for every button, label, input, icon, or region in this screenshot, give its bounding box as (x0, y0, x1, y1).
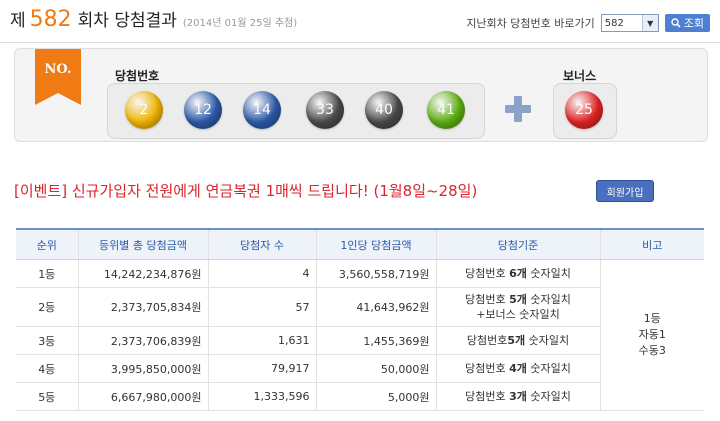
rank-cell: 3등 (16, 326, 78, 355)
header-divider (0, 42, 720, 43)
criteria-cell: 당첨번호 6개 숫자일치 (435, 259, 600, 288)
total-amount-cell: 6,667,980,000원 (77, 382, 208, 411)
total-amount-cell: 2,373,705,834원 (77, 287, 208, 327)
chevron-down-icon: ▼ (641, 15, 658, 31)
criteria-text: 숫자일치 (526, 267, 571, 280)
criteria-text: 숫자일치 (526, 362, 571, 375)
draw-date: (2014년 01월 25일 추첨) (182, 18, 298, 29)
criteria-count: 3개 (509, 390, 527, 403)
winning-ball: 12 (184, 91, 222, 129)
signup-button[interactable]: 회원가입 (596, 180, 654, 202)
col-header-rank: 순위 (16, 228, 78, 260)
criteria-cell: 당첨번호 4개 숫자일치 (435, 354, 600, 383)
criteria-text: 당첨번호 (465, 390, 510, 403)
note-cell: 1등 자동1 수동3 (599, 259, 704, 411)
rank-cell: 2등 (16, 287, 78, 327)
rank-cell: 1등 (16, 259, 78, 288)
criteria-count: 4개 (509, 362, 527, 375)
prize-table: 순위 등위별 총 당첨금액 당첨자 수 1인당 당첨금액 당첨기준 비고 1등 … (16, 228, 704, 411)
plus-icon (505, 96, 531, 122)
winners-cell: 57 (207, 287, 316, 327)
criteria-count: 5개 (509, 293, 527, 306)
round-title: 제 582 회차 당첨결과 (2014년 01월 25일 추첨) (10, 6, 297, 42)
criteria-text: 당첨번호 (465, 362, 510, 375)
winning-ball: 41 (427, 91, 465, 129)
lookup-button-label: 조회 (683, 17, 704, 30)
lookup-button[interactable]: 조회 (664, 14, 710, 32)
criteria-count: 5개 (507, 334, 526, 347)
criteria-count: 6개 (509, 267, 527, 280)
round-suffix: 회차 당첨결과 (77, 11, 177, 31)
winning-ball: 33 (306, 91, 344, 129)
ribbon-label: NO. (45, 62, 72, 77)
round-navigation: 지난회차 당첨번호 바로가기 582 ▼ 조회 (466, 14, 710, 32)
round-number: 582 (29, 7, 72, 32)
per-person-cell: 3,560,558,719원 (315, 259, 436, 288)
event-banner[interactable]: [이벤트] 신규가입자 전원에게 연금복권 1매씩 드립니다! (1월8일~28… (14, 180, 477, 201)
col-header-note: 비고 (599, 228, 704, 260)
note-line: 수동3 (638, 344, 666, 357)
criteria-text: 숫자일치 (525, 334, 570, 347)
total-amount-cell: 2,373,706,839원 (77, 326, 208, 355)
table-header-row: 순위 등위별 총 당첨금액 당첨자 수 1인당 당첨금액 당첨기준 비고 (16, 228, 704, 260)
criteria-text: 숫자일치 (526, 293, 571, 306)
ribbon-badge: NO. (35, 49, 81, 105)
per-person-cell: 41,643,962원 (315, 287, 436, 327)
round-select[interactable]: 582 ▼ (600, 14, 659, 32)
total-amount-cell: 3,995,850,000원 (77, 354, 208, 383)
col-header-per-person: 1인당 당첨금액 (315, 228, 436, 260)
col-header-winners: 당첨자 수 (207, 228, 316, 260)
col-header-total: 등위별 총 당첨금액 (77, 228, 208, 260)
bonus-ball: 25 (565, 91, 603, 129)
note-line: 자동1 (638, 328, 666, 341)
note-line: 1등 (643, 312, 661, 325)
criteria-text: 당첨번호 (465, 267, 510, 280)
criteria-text: 당첨번호 (465, 293, 510, 306)
criteria-cell: 당첨번호 3개 숫자일치 (435, 382, 600, 411)
winning-ball: 14 (243, 91, 281, 129)
col-header-criteria: 당첨기준 (435, 228, 600, 260)
round-prefix: 제 (10, 11, 26, 31)
criteria-text: 숫자일치 (526, 390, 571, 403)
criteria-text: 당첨번호 (466, 334, 508, 347)
winners-cell: 1,631 (207, 326, 316, 355)
winning-ball: 40 (365, 91, 403, 129)
rank-cell: 5등 (16, 382, 78, 411)
winning-ball: 2 (125, 91, 163, 129)
per-person-cell: 1,455,369원 (315, 326, 436, 355)
round-select-label: 지난회차 당첨번호 바로가기 (466, 17, 595, 30)
search-icon (671, 18, 681, 28)
table-row: 1등 14,242,234,876원 4 3,560,558,719원 당첨번호… (16, 259, 704, 411)
bonus-label: 보너스 (563, 69, 597, 83)
winning-numbers-label: 당첨번호 (115, 69, 160, 83)
winners-cell: 4 (207, 259, 316, 288)
per-person-cell: 5,000원 (315, 382, 436, 411)
winners-cell: 1,333,596 (207, 382, 316, 411)
round-select-value: 582 (604, 17, 624, 29)
per-person-cell: 50,000원 (315, 354, 436, 383)
winners-cell: 79,917 (207, 354, 316, 383)
criteria-cell: 당첨번호 5개 숫자일치 +보너스 숫자일치 (435, 287, 600, 327)
total-amount-cell: 14,242,234,876원 (77, 259, 208, 288)
rank-cell: 4등 (16, 354, 78, 383)
winning-numbers-panel: NO. 당첨번호 보너스 2 12 14 33 40 41 25 (14, 48, 708, 142)
criteria-cell: 당첨번호5개 숫자일치 (435, 326, 600, 355)
criteria-bonus-text: +보너스 숫자일치 (476, 308, 560, 321)
